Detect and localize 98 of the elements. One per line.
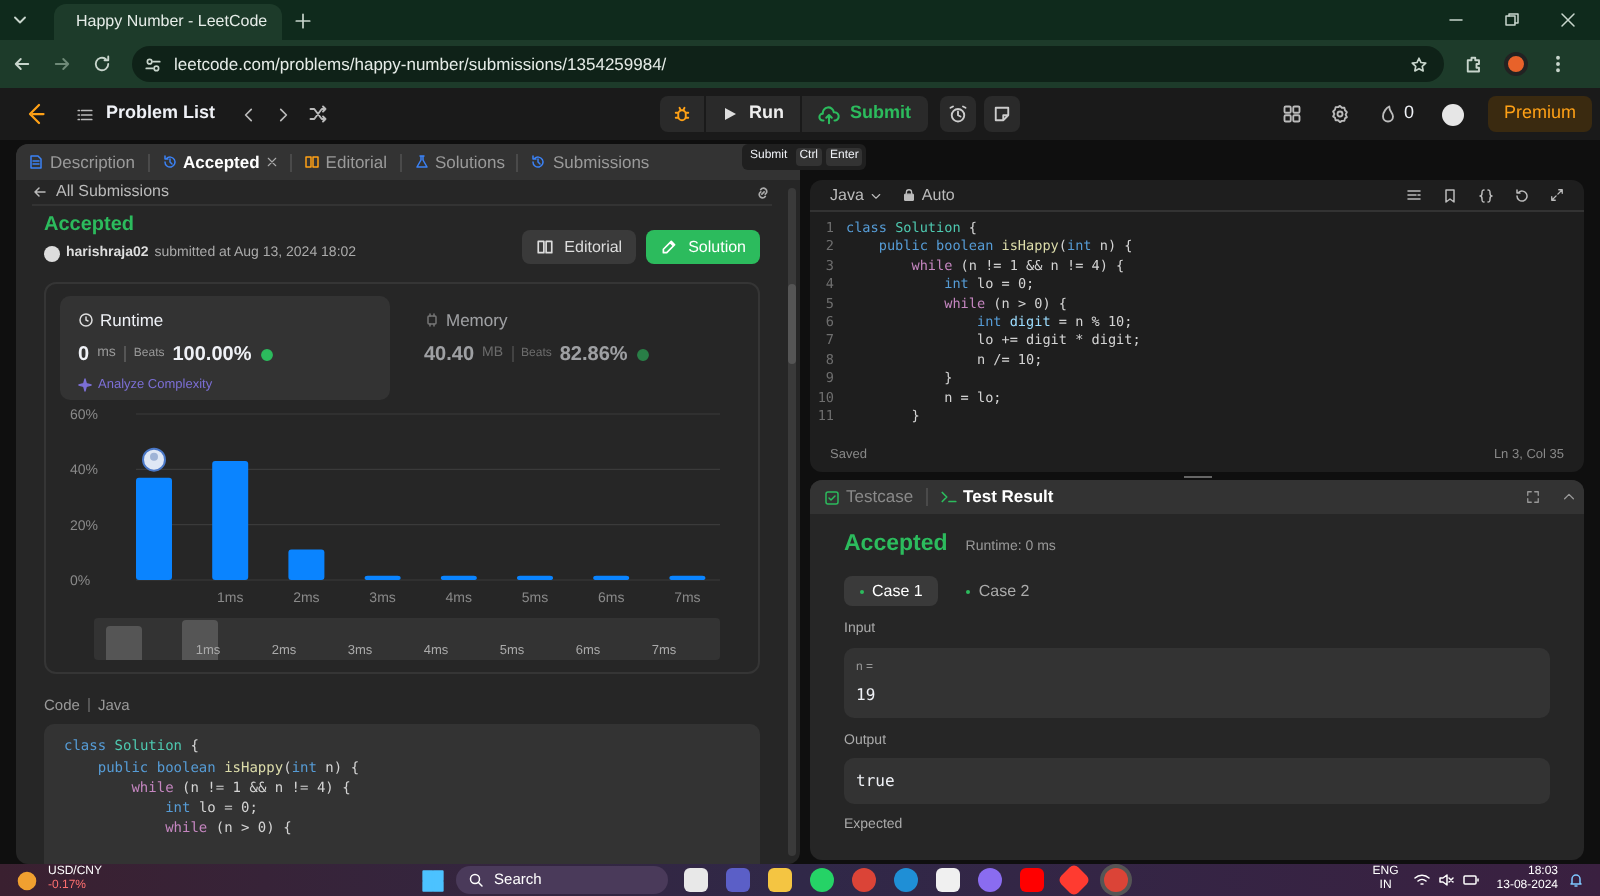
input-value: 19: [856, 683, 878, 708]
range-handle[interactable]: [106, 626, 142, 660]
notes-button[interactable]: [983, 96, 1020, 132]
output-value: true: [856, 769, 895, 794]
bar: [593, 575, 630, 580]
debug-button[interactable]: [659, 96, 704, 132]
bar: [364, 575, 401, 580]
wifi-icon[interactable]: [1414, 872, 1431, 888]
description-icon: [28, 154, 44, 170]
close-icon[interactable]: [265, 156, 278, 168]
bell-icon[interactable]: [1568, 872, 1584, 888]
cloud-upload-icon: [818, 103, 841, 125]
expand-icon[interactable]: [1550, 188, 1564, 202]
case-tab[interactable]: Case 2: [950, 576, 1046, 607]
panel-tab[interactable]: Testcase: [818, 484, 920, 510]
beats-value: 100.00%: [172, 341, 252, 370]
link-icon[interactable]: [754, 183, 772, 201]
settings-icon[interactable]: [1329, 104, 1350, 124]
layout-grid-icon[interactable]: [1281, 104, 1302, 124]
back-icon[interactable]: [12, 54, 32, 74]
plus-icon[interactable]: [294, 11, 312, 29]
run-button[interactable]: Run: [705, 96, 801, 132]
panel-tab[interactable]: Description: [22, 149, 142, 175]
site-settings-icon[interactable]: [144, 55, 162, 73]
submit-button[interactable]: Submit: [802, 96, 928, 132]
address-bar[interactable]: leetcode.com/problems/happy-number/submissions/1354259984/: [132, 46, 1444, 82]
panel-tab[interactable]: Test Result: [933, 484, 1060, 510]
terminal-icon: [939, 488, 958, 506]
bookmark-icon[interactable]: [1442, 187, 1458, 203]
user-avatar: [44, 245, 60, 262]
bar: [517, 575, 553, 580]
alarm-clock-icon: [947, 104, 968, 124]
case-tab[interactable]: Case 1: [844, 576, 939, 607]
close-icon[interactable]: [1560, 12, 1576, 28]
auto-mode-toggle[interactable]: Auto: [901, 183, 955, 207]
bar: [440, 575, 477, 580]
format-icon[interactable]: [1406, 187, 1422, 203]
sparkle-icon: [78, 378, 92, 393]
chip-icon: [424, 312, 440, 329]
beats-value: 82.86%: [559, 341, 628, 370]
forward-icon[interactable]: [52, 54, 72, 74]
submission-status: Accepted: [44, 211, 137, 239]
bar: [288, 549, 325, 580]
profile-avatar[interactable]: [1504, 52, 1528, 76]
clock-icon: [78, 312, 94, 329]
speaker-muted-icon[interactable]: [1438, 872, 1455, 888]
chevron-down-icon: [869, 189, 882, 201]
history-icon: [530, 154, 547, 170]
language-dropdown[interactable]: Java: [830, 183, 882, 207]
badge-icon: [635, 347, 650, 362]
panel-tab[interactable]: Accepted: [155, 149, 284, 175]
star-icon[interactable]: [1410, 55, 1428, 73]
fullscreen-icon[interactable]: [1526, 490, 1540, 504]
bar: [136, 477, 172, 580]
arrow-left-icon: [32, 184, 48, 200]
search-icon: [468, 872, 485, 888]
stat-label: Memory: [446, 308, 508, 334]
braces-icon[interactable]: [1478, 187, 1494, 203]
flask-icon: [413, 154, 430, 170]
all-submissions-link[interactable]: All Submissions: [32, 180, 169, 204]
book-icon: [536, 238, 555, 256]
premium-button[interactable]: Premium: [1487, 96, 1592, 132]
stat-value: 0: [78, 341, 90, 370]
play-icon: [721, 106, 738, 122]
chevron-left-icon[interactable]: [239, 105, 258, 123]
problem-list-link[interactable]: Problem List: [76, 100, 216, 128]
editorial-button[interactable]: Editorial: [522, 230, 637, 264]
extensions-icon[interactable]: [1464, 54, 1484, 74]
timer-button[interactable]: [939, 96, 976, 132]
badge-icon: [259, 347, 274, 362]
battery-icon[interactable]: [1462, 872, 1481, 888]
streak-counter[interactable]: 0: [1377, 100, 1414, 128]
lock-icon: [901, 188, 916, 202]
reload-icon[interactable]: [92, 54, 112, 74]
chevron-up-icon[interactable]: [1562, 490, 1576, 504]
history-icon: [161, 154, 178, 170]
bug-icon: [671, 104, 692, 124]
panel-tab[interactable]: Submissions: [524, 149, 656, 175]
bar: [669, 575, 706, 580]
avatar-marker: [142, 447, 166, 472]
resize-handle[interactable]: [1183, 475, 1211, 477]
note-icon: [991, 104, 1012, 124]
panel-tab[interactable]: Solutions: [407, 149, 511, 175]
shuffle-icon[interactable]: [307, 104, 328, 124]
reset-icon[interactable]: [1514, 187, 1530, 203]
stat-label: Runtime: [100, 308, 164, 334]
bar: [212, 461, 249, 580]
list-icon: [76, 105, 94, 123]
restore-icon[interactable]: [1504, 12, 1520, 28]
stat-value: 40.40: [424, 341, 475, 370]
book-icon: [303, 154, 320, 170]
range-handle[interactable]: [182, 620, 218, 660]
browser-tab[interactable]: Happy Number - LeetCode: [54, 4, 282, 40]
checkbox-icon: [824, 489, 840, 505]
edit-icon: [660, 238, 679, 256]
result-status: Accepted: [844, 530, 948, 560]
panel-tab[interactable]: Editorial: [297, 149, 394, 175]
user-avatar[interactable]: [1441, 103, 1464, 125]
